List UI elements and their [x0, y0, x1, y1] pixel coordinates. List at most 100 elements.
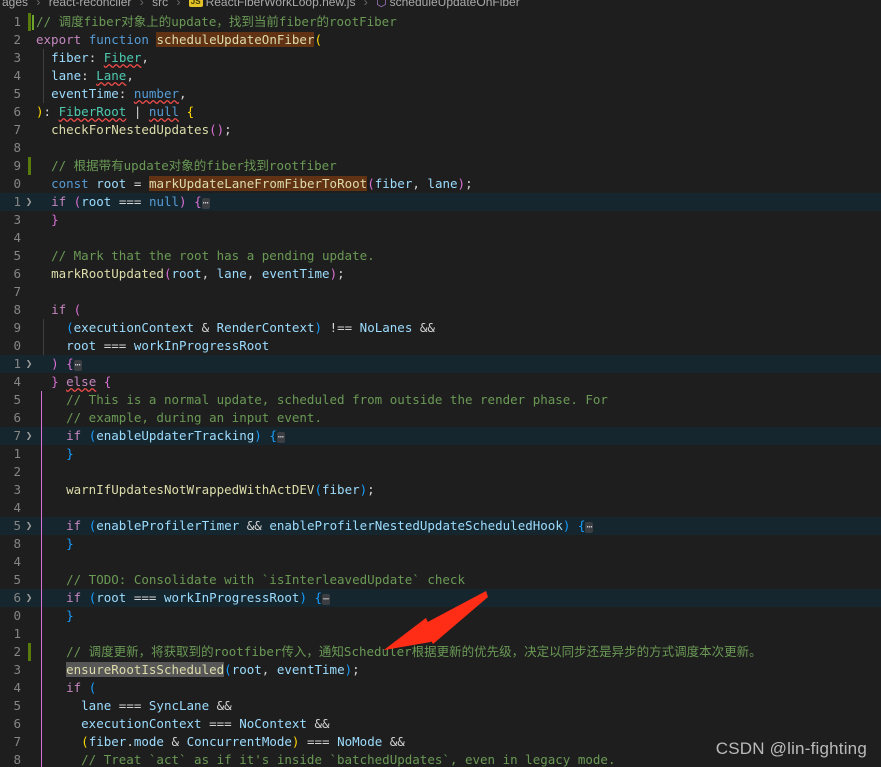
- line-number: 2: [13, 32, 21, 47]
- code-line[interactable]: 5 eventTime: number,: [0, 85, 881, 103]
- code-line[interactable]: 4 if (: [0, 679, 881, 697]
- line-content: // TODO: Consolidate with `isInterleaved…: [66, 572, 465, 587]
- breadcrumb[interactable]: ages › react-reconciler › src › JS ReactF…: [0, 0, 881, 13]
- line-number: 8: [13, 752, 21, 767]
- js-file-icon: JS: [188, 0, 203, 7]
- chevron-right-icon[interactable]: ❯: [22, 355, 36, 373]
- line-number: 2: [13, 644, 21, 659]
- breadcrumb-separator: ›: [363, 0, 368, 9]
- code-line[interactable]: 7 checkForNestedUpdates();: [0, 121, 881, 139]
- breadcrumb-item-react-reconciler[interactable]: react-reconciler: [49, 0, 132, 9]
- code-line[interactable]: 3 fiber: Fiber,: [0, 49, 881, 67]
- line-number: 6: [13, 590, 21, 605]
- code-line[interactable]: 8 }: [0, 535, 881, 553]
- code-line[interactable]: 6 // example, during an input event.: [0, 409, 881, 427]
- breadcrumb-item-folder-ages[interactable]: ages: [2, 0, 28, 9]
- code-line[interactable]: 4: [0, 499, 881, 517]
- line-number: 5: [13, 248, 21, 263]
- chevron-right-icon[interactable]: ❯: [22, 193, 36, 211]
- breadcrumb-item-symbol[interactable]: scheduleUpdateOnFiber: [390, 0, 520, 9]
- code-line[interactable]: 1 }: [0, 445, 881, 463]
- code-line[interactable]: 3 ensureRootIsScheduled(root, eventTime)…: [0, 661, 881, 679]
- code-line[interactable]: 3 warnIfUpdatesNotWrappedWithActDEV(fibe…: [0, 481, 881, 499]
- line-content: ensureRootIsScheduled(root, eventTime);: [66, 662, 360, 677]
- line-content: // Treat `act` as if it's inside `batche…: [81, 752, 616, 767]
- line-number: 6: [13, 410, 21, 425]
- code-line-folded[interactable]: 1 ❯ if (root === null) {⋯: [0, 193, 881, 211]
- line-content: const root = markUpdateLaneFromFiberToRo…: [51, 176, 473, 191]
- breadcrumb-item-file[interactable]: ReactFiberWorkLoop.new.js: [206, 0, 356, 9]
- line-number: 5: [13, 698, 21, 713]
- code-line[interactable]: 9 (executionContext & RenderContext) !==…: [0, 319, 881, 337]
- chevron-right-icon[interactable]: ❯: [22, 589, 36, 607]
- code-line-folded[interactable]: 6 ❯ if (root === workInProgressRoot) {⋯: [0, 589, 881, 607]
- code-line-folded[interactable]: 1 ❯ ) {⋯: [0, 355, 881, 373]
- line-number: 7: [13, 122, 21, 137]
- code-line[interactable]: 6 executionContext === NoContext &&: [0, 715, 881, 733]
- line-content: // example, during an input event.: [66, 410, 322, 425]
- line-number: 3: [13, 662, 21, 677]
- chevron-right-icon[interactable]: ❯: [22, 427, 36, 445]
- git-modified-marker: [28, 13, 31, 31]
- breadcrumb-separator: ›: [139, 0, 144, 9]
- line-content: if (root === null) {⋯: [51, 194, 210, 209]
- code-line[interactable]: 6 markRootUpdated(root, lane, eventTime)…: [0, 265, 881, 283]
- code-line-folded[interactable]: 5 ❯ if (enableProfilerTimer && enablePro…: [0, 517, 881, 535]
- code-line[interactable]: 1: [0, 625, 881, 643]
- code-line[interactable]: 1 // 调度fiber对象上的update，找到当前fiber的rootFib…: [0, 13, 881, 31]
- code-line[interactable]: 3 }: [0, 211, 881, 229]
- breadcrumb-separator: ›: [176, 0, 181, 9]
- line-number: 0: [13, 338, 21, 353]
- code-line[interactable]: 8 if (: [0, 301, 881, 319]
- line-number: 9: [13, 320, 21, 335]
- line-number: 6: [13, 716, 21, 731]
- line-content: // 根据带有update对象的fiber找到rootfiber: [51, 158, 337, 173]
- line-content: (executionContext & RenderContext) !== N…: [66, 320, 435, 335]
- symbol-method-icon: ⬡: [376, 0, 387, 9]
- code-line[interactable]: 2: [0, 463, 881, 481]
- git-modified-marker: [28, 643, 31, 661]
- code-line[interactable]: 4 } else {: [0, 373, 881, 391]
- line-content: lane: Lane,: [51, 68, 134, 83]
- code-line[interactable]: 4: [0, 553, 881, 571]
- line-content: ): FiberRoot | null {: [36, 104, 195, 119]
- line-content: // Mark that the root has a pending upda…: [51, 248, 375, 263]
- line-content: root === workInProgressRoot: [66, 338, 270, 353]
- code-line[interactable]: 4 lane: Lane,: [0, 67, 881, 85]
- code-line[interactable]: 0 const root = markUpdateLaneFromFiberTo…: [0, 175, 881, 193]
- line-content: if (enableProfilerTimer && enableProfile…: [66, 518, 594, 533]
- line-number: 4: [13, 500, 21, 515]
- line-number: 6: [13, 104, 21, 119]
- line-number: 2: [13, 464, 21, 479]
- line-content: // This is a normal update, scheduled fr…: [66, 392, 608, 407]
- code-line[interactable]: 4: [0, 229, 881, 247]
- code-line[interactable]: 6 ): FiberRoot | null {: [0, 103, 881, 121]
- code-line-folded[interactable]: 7 ❯ if (enableUpdaterTracking) {⋯: [0, 427, 881, 445]
- line-content: }: [51, 212, 59, 227]
- code-line[interactable]: 5 lane === SyncLane &&: [0, 697, 881, 715]
- code-line[interactable]: 8: [0, 139, 881, 157]
- chevron-right-icon[interactable]: ❯: [22, 517, 36, 535]
- line-content: }: [66, 446, 74, 461]
- line-content: (fiber.mode & ConcurrentMode) === NoMode…: [81, 734, 405, 749]
- line-number: 1: [13, 446, 21, 461]
- line-content: checkForNestedUpdates();: [51, 122, 232, 137]
- line-content: executionContext === NoContext &&: [81, 716, 330, 731]
- code-line[interactable]: 9 // 根据带有update对象的fiber找到rootfiber: [0, 157, 881, 175]
- code-line[interactable]: 0 }: [0, 607, 881, 625]
- line-number: 7: [13, 428, 21, 443]
- code-line[interactable]: 0 root === workInProgressRoot: [0, 337, 881, 355]
- breadcrumb-item-src[interactable]: src: [152, 0, 168, 9]
- code-line[interactable]: 5 // Mark that the root has a pending up…: [0, 247, 881, 265]
- line-content: if (: [51, 302, 82, 317]
- line-content: markRootUpdated(root, lane, eventTime);: [51, 266, 345, 281]
- code-line[interactable]: 5 // This is a normal update, scheduled …: [0, 391, 881, 409]
- line-content: fiber: Fiber,: [51, 50, 149, 65]
- line-number: 5: [13, 572, 21, 587]
- code-line[interactable]: 2 export function scheduleUpdateOnFiber(: [0, 31, 881, 49]
- code-editor[interactable]: 1 // 调度fiber对象上的update，找到当前fiber的rootFib…: [0, 13, 881, 767]
- code-line[interactable]: 5 // TODO: Consolidate with `isInterleav…: [0, 571, 881, 589]
- code-line[interactable]: 2 // 调度更新，将获取到的rootfiber传入，通知Scheduler根据…: [0, 643, 881, 661]
- code-line[interactable]: 7: [0, 283, 881, 301]
- line-number: 4: [13, 230, 21, 245]
